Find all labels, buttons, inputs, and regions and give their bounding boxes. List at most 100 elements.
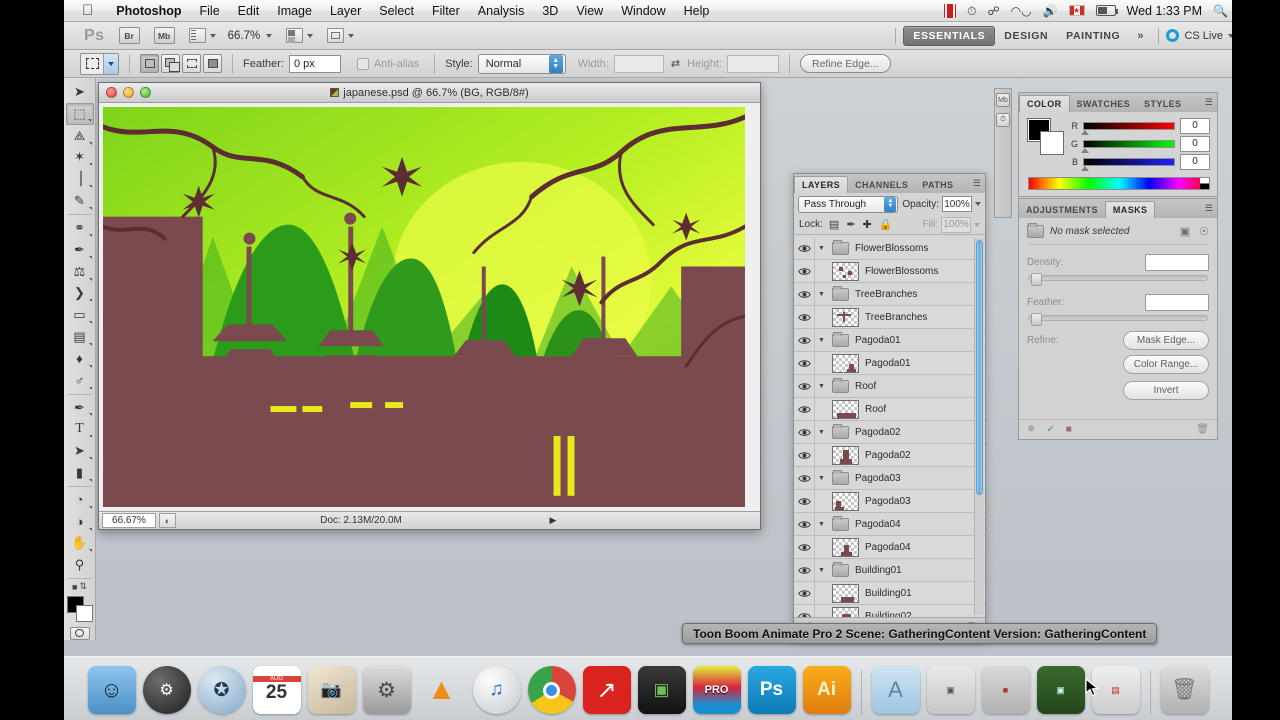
tab-layers[interactable]: LAYERS [794,176,849,193]
layer-row-pagoda02-group[interactable]: ▼ Pagoda02 [794,420,985,444]
move-tool[interactable]: ➤ [66,81,94,103]
arrange-documents-group[interactable] [286,28,314,43]
layer-visibility-icon[interactable] [794,489,815,513]
layer-row-flowerblossoms-group[interactable]: ▼ FlowerBlossoms [794,237,985,260]
quick-selection-tool[interactable]: ✶ [66,147,94,169]
eraser-tool[interactable]: ▭ [66,304,94,326]
dock-item-minimized-window-1[interactable]: ▣ [926,666,975,714]
wifi-icon[interactable]: ◠◡ [1011,5,1032,17]
film-strip-icon[interactable] [944,3,957,18]
zoom-dropdown[interactable] [266,33,273,38]
artwork-canvas[interactable] [103,107,745,507]
layer-visibility-icon[interactable] [794,374,815,398]
history-icon[interactable]: ⏱ [996,113,1010,127]
density-input[interactable] [1145,253,1209,271]
chevron-down-icon[interactable] [975,202,981,206]
spot-healing-brush-tool[interactable]: ⚭ [66,217,94,239]
dock-item-finder[interactable]: ☺ [87,666,136,714]
layer-visibility-icon[interactable] [794,466,815,490]
dock-item-dashboard[interactable]: ⚙ [142,666,191,714]
quick-mask-toggle[interactable] [69,626,90,641]
layer-visibility-icon[interactable] [794,328,815,352]
opacity-input[interactable]: 100% [942,196,972,212]
menubar-clock[interactable]: Wed 1:33 PM [1127,4,1203,18]
layer-thumbnail[interactable] [832,399,859,419]
lasso-tool[interactable]: ⟁ [66,125,94,147]
hand-tool[interactable]: ✋ [66,533,94,555]
blue-slider[interactable] [1081,157,1175,171]
layer-row-building01-group[interactable]: ▼ Building01 [794,558,985,582]
dock-item-trash[interactable]: 🗑 [1160,666,1209,714]
chevron-down-icon[interactable] [266,33,273,38]
blend-mode-select[interactable]: Pass Through ▲ ▼ [798,195,899,213]
dock-item-acrobat[interactable]: ↗ [582,666,631,714]
layer-visibility-icon[interactable] [794,305,815,329]
scrollbar-thumb[interactable] [976,240,983,495]
timemachine-icon[interactable]: ⏱ [967,5,976,17]
subtract-from-selection-button[interactable] [182,54,201,73]
feather-input[interactable]: 0 px [288,54,341,73]
menu-item-app[interactable]: Photoshop [107,4,190,18]
layers-scrollbar[interactable] [974,238,984,615]
green-slider[interactable] [1081,139,1175,153]
group-disclosure-triangle-icon[interactable]: ▼ [815,245,828,252]
add-to-selection-button[interactable] [161,54,180,73]
layer-row-pagoda03-group[interactable]: ▼ Pagoda03 [794,466,985,490]
battery-icon[interactable] [1095,5,1118,16]
tab-channels[interactable]: CHANNELS [848,177,915,193]
history-brush-tool[interactable]: ❯ [66,283,94,305]
status-zoom-field[interactable]: 66.67% [102,513,156,528]
foreground-background-swatches[interactable] [66,596,94,623]
menu-item-edit[interactable]: Edit [229,4,269,18]
crop-tool[interactable]: ⎟ [66,168,94,190]
active-tool-preset-picker[interactable] [80,52,119,75]
layer-row-roof-group[interactable]: ▼ Roof [794,374,985,398]
bluetooth-icon[interactable]: ☍ [987,5,999,17]
layer-visibility-icon[interactable] [794,581,815,605]
tab-color[interactable]: COLOR [1019,95,1070,112]
panel-menu-icon[interactable]: ☰ [1205,97,1213,108]
dock-item-safari[interactable]: ✪ [197,666,246,714]
3d-rotate-tool[interactable]: ◔ [66,489,94,511]
lock-image-pixels-icon[interactable]: ✒ [846,218,855,231]
type-tool[interactable]: T [66,418,94,440]
layer-visibility-icon[interactable] [794,282,815,306]
launch-bridge-button[interactable]: Br [118,27,140,44]
group-disclosure-triangle-icon[interactable]: ▼ [815,337,828,344]
dock-item-chrome[interactable] [527,666,576,714]
eyedropper-tool[interactable]: ✎ [66,190,94,212]
layer-visibility-icon[interactable] [794,443,815,467]
group-disclosure-triangle-icon[interactable]: ▼ [815,567,828,574]
document-title-bar[interactable]: japanese.psd @ 66.7% (BG, RGB/8#) [99,83,760,103]
layer-row-pagoda03-layer[interactable]: Pagoda03 [794,489,985,513]
layer-row-pagoda01-layer[interactable]: Pagoda01 [794,351,985,375]
group-disclosure-triangle-icon[interactable]: ▼ [815,291,828,298]
density-slider[interactable] [1028,273,1208,286]
dock-item-itunes[interactable]: ♫ [472,666,521,714]
layer-visibility-icon[interactable] [794,259,815,283]
dodge-tool[interactable]: ♂ [66,370,94,392]
blue-channel-row[interactable]: B 0 [1070,153,1210,171]
layer-thumbnail[interactable] [832,261,859,281]
layer-thumbnail[interactable] [832,537,859,557]
dock-item-toon-boom-pro[interactable]: PRO [692,666,741,714]
workspace-painting[interactable]: PAINTING [1057,27,1129,45]
rectangular-marquee-icon[interactable] [81,54,103,74]
dock-item-photoshop[interactable]: Ps [747,666,796,714]
dock-item-vlc[interactable]: ▲ [418,666,466,714]
dock-item-system-preferences[interactable]: ⚙ [362,666,411,714]
group-disclosure-triangle-icon[interactable]: ▼ [815,383,828,390]
layer-visibility-icon[interactable] [794,512,815,536]
tab-styles[interactable]: STYLES [1137,96,1188,112]
grid-options-icon[interactable]: ◐ [159,513,176,528]
tab-adjustments[interactable]: ADJUSTMENTS [1019,202,1105,218]
layer-thumbnail[interactable] [832,445,859,465]
lock-transparent-pixels-icon[interactable]: ▤ [829,218,839,231]
view-extras-group[interactable] [188,28,216,43]
menu-item-file[interactable]: File [191,4,229,18]
arrange-documents-icon[interactable] [286,28,304,43]
layer-visibility-icon[interactable] [794,420,815,444]
layer-visibility-icon[interactable] [794,535,815,559]
workspace-essentials[interactable]: ESSENTIALS [903,25,996,46]
status-menu-arrow[interactable]: ▶ [546,515,560,526]
